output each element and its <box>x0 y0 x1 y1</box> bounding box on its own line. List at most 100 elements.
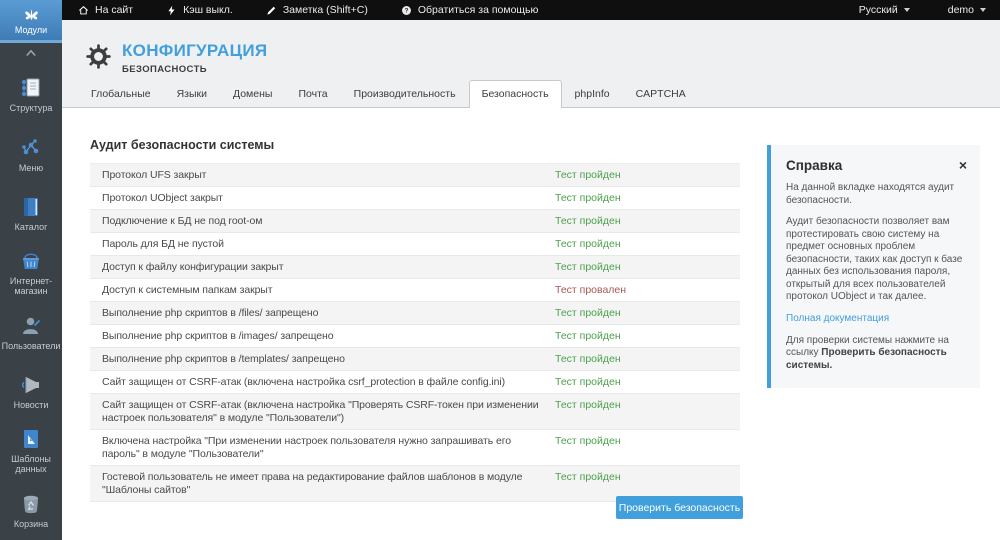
page-header: КОНФИГУРАЦИЯ БЕЗОПАСНОСТЬ ГлобальныеЯзык… <box>62 20 1000 108</box>
audit-row-status: Тест пройден <box>555 164 740 186</box>
audit-row-status: Тест пройден <box>555 302 740 324</box>
audit-row: Пароль для БД не пустой Тест пройден <box>90 233 740 256</box>
tab-captcha[interactable]: CAPTCHA <box>623 80 699 108</box>
chevron-up-icon <box>22 45 40 63</box>
audit-row-label: Выполнение php скриптов в /templates/ за… <box>90 348 555 370</box>
home-icon <box>78 5 89 16</box>
audit-row-status: Тест пройден <box>555 348 740 370</box>
audit-row: Доступ к системным папкам закрыт Тест пр… <box>90 279 740 302</box>
tab-languages[interactable]: Языки <box>164 80 220 108</box>
audit-row: Выполнение php скриптов в /images/ запре… <box>90 325 740 348</box>
structure-icon <box>19 76 43 100</box>
audit-row-status: Тест пройден <box>555 371 740 393</box>
audit-row-label: Сайт защищен от CSRF-атак (включена наст… <box>90 371 555 393</box>
help-icon: ? <box>401 5 412 16</box>
audit-row: Выполнение php скриптов в /files/ запрещ… <box>90 302 740 325</box>
caret-down-icon <box>980 8 986 12</box>
topbar-right: Русский demo <box>821 4 986 16</box>
sidebar-item-shop[interactable]: Интернет-магазин <box>0 243 62 302</box>
audit-row: Выполнение php скриптов в /templates/ за… <box>90 348 740 371</box>
help-paragraph-3: Для проверки системы нажмите на ссылку П… <box>786 335 965 373</box>
sidebar-collapse-button[interactable] <box>0 43 62 65</box>
tab-global[interactable]: Глобальные <box>78 80 164 108</box>
gear-icon <box>84 41 113 71</box>
audit-row-status: Тест пройден <box>555 325 740 347</box>
audit-row-label: Пароль для БД не пустой <box>90 233 555 255</box>
audit-row-label: Доступ к системным папкам закрыт <box>90 279 555 301</box>
audit-title: Аудит безопасности системы <box>90 138 740 152</box>
tab-phpinfo[interactable]: phpInfo <box>562 80 623 108</box>
audit-row-status: Тест провален <box>555 279 740 301</box>
topbar-item-help[interactable]: ? Обратиться за помощью <box>401 4 539 16</box>
svg-text:?: ? <box>404 7 408 14</box>
sidebar-item-templates[interactable]: Шаблоны данных <box>0 421 62 480</box>
audit-row-label: Выполнение php скриптов в /images/ запре… <box>90 325 555 347</box>
news-icon <box>19 373 43 397</box>
sidebar-item-news[interactable]: Новости <box>0 362 62 421</box>
audit-row: Подключение к БД не под root-ом Тест про… <box>90 210 740 233</box>
audit-row: Доступ к файлу конфигурации закрыт Тест … <box>90 256 740 279</box>
sidebar-item-catalog[interactable]: Каталог <box>0 184 62 243</box>
sidebar-item-structure[interactable]: Структура <box>0 65 62 124</box>
catalog-icon <box>19 195 43 219</box>
tab-mail[interactable]: Почта <box>285 80 340 108</box>
audit-row: Протокол UObject закрыт Тест пройден <box>90 187 740 210</box>
audit-row-label: Протокол UObject закрыт <box>90 187 555 209</box>
close-icon[interactable]: × <box>959 158 967 172</box>
help-paragraph-1: На данной вкладке находятся аудит безопа… <box>786 182 965 207</box>
audit-row-label: Подключение к БД не под root-ом <box>90 210 555 232</box>
tab-performance[interactable]: Производительность <box>341 80 469 108</box>
help-panel: Справка × На данной вкладке находятся ау… <box>767 145 980 388</box>
language-label: Русский <box>859 4 898 16</box>
trash-icon <box>19 492 43 516</box>
topbar-item-note[interactable]: Заметка (Shift+C) <box>266 4 368 16</box>
user-dropdown[interactable]: demo <box>948 4 986 16</box>
shop-icon <box>19 249 43 273</box>
audit-row-label: Включена настройка "При изменении настро… <box>90 430 555 465</box>
full-documentation-link[interactable]: Полная документация <box>786 313 889 326</box>
sidebar-item-menu[interactable]: Меню <box>0 124 62 183</box>
audit-row-label: Протокол UFS закрыт <box>90 164 555 186</box>
caret-down-icon <box>904 8 910 12</box>
page-subtitle: БЕЗОПАСНОСТЬ <box>122 64 267 75</box>
page-title: КОНФИГУРАЦИЯ <box>122 41 267 61</box>
audit-row-status: Тест пройден <box>555 256 740 278</box>
pencil-icon <box>266 5 277 16</box>
audit-row-status: Тест пройден <box>555 430 740 452</box>
content: Аудит безопасности системы Протокол UFS … <box>62 108 1000 540</box>
topbar-item-cache[interactable]: Кэш выкл. <box>166 4 233 16</box>
audit-row-label: Выполнение php скриптов в /files/ запрещ… <box>90 302 555 324</box>
templates-icon <box>19 427 43 451</box>
header-main: КОНФИГУРАЦИЯ БЕЗОПАСНОСТЬ <box>62 20 1000 75</box>
topbar: На сайт Кэш выкл. Заметка (Shift+C) ? Об… <box>62 0 1000 20</box>
tab-security[interactable]: Безопасность <box>469 80 562 108</box>
help-title: Справка <box>786 158 965 173</box>
sidebar-items: Структура Меню Каталог Интернет-магазин … <box>0 65 62 540</box>
language-dropdown[interactable]: Русский <box>859 4 910 16</box>
audit-row-status: Тест пройден <box>555 210 740 232</box>
audit-row-label: Доступ к файлу конфигурации закрыт <box>90 256 555 278</box>
menu-icon <box>19 136 43 160</box>
audit-rows: Протокол UFS закрыт Тест пройден Протоко… <box>90 163 740 502</box>
help-paragraph-2: Аудит безопасности позволяет вам протест… <box>786 216 965 304</box>
tab-bar: ГлобальныеЯзыкиДоменыПочтаПроизводительн… <box>78 80 699 108</box>
sidebar-item-users[interactable]: Пользователи <box>0 303 62 362</box>
audit-table: Аудит безопасности системы Протокол UFS … <box>90 138 740 502</box>
audit-row-status: Тест пройден <box>555 187 740 209</box>
audit-row-status: Тест пройден <box>555 233 740 255</box>
audit-row: Включена настройка "При изменении настро… <box>90 430 740 466</box>
audit-row-label: Гостевой пользователь не имеет права на … <box>90 466 555 501</box>
sidebar-item-modules[interactable]: Модули <box>0 0 62 43</box>
tab-domains[interactable]: Домены <box>220 80 285 108</box>
sidebar-item-trash[interactable]: Корзина <box>0 481 62 540</box>
users-icon <box>19 314 43 338</box>
audit-row-status: Тест пройден <box>555 466 740 488</box>
audit-row: Протокол UFS закрыт Тест пройден <box>90 164 740 187</box>
user-label: demo <box>948 4 974 16</box>
butterfly-logo-icon <box>21 6 41 24</box>
audit-row-status: Тест пройден <box>555 394 740 416</box>
check-security-button[interactable]: Проверить безопасность <box>616 496 743 519</box>
audit-row-label: Сайт защищен от CSRF-атак (включена наст… <box>90 394 555 429</box>
sidebar-item-label: Модули <box>15 25 47 35</box>
topbar-item-site[interactable]: На сайт <box>78 4 133 16</box>
